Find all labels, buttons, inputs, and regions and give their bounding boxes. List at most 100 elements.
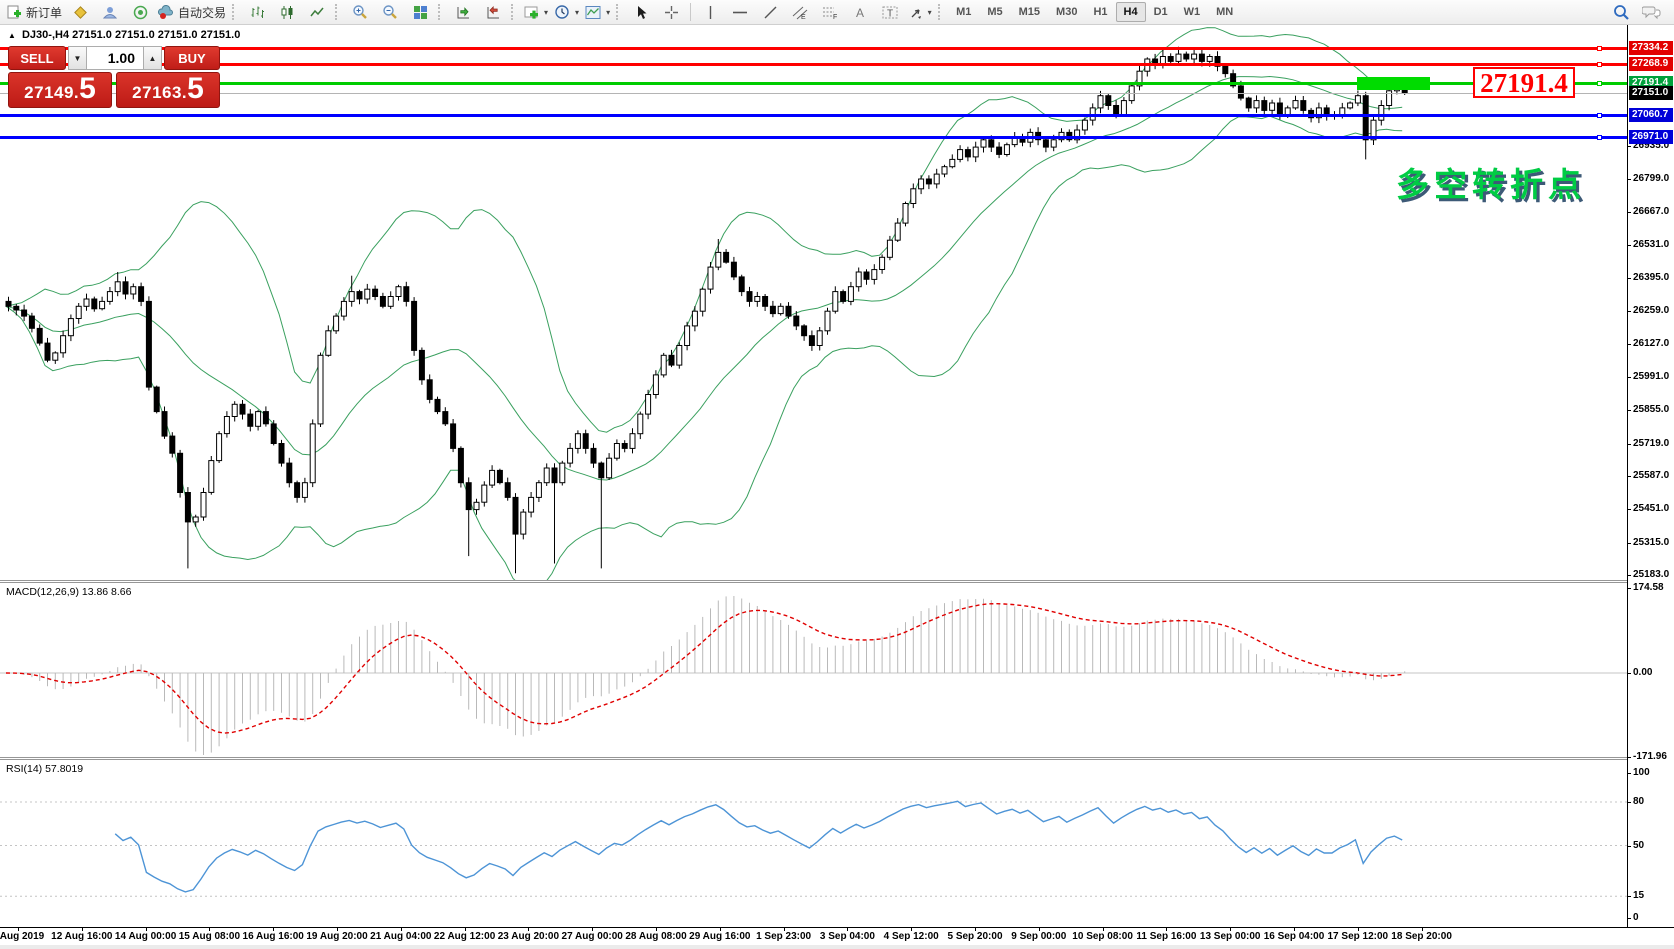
chevron-down-icon: ▾ [544,8,548,17]
axis-tick-mark [1628,543,1631,544]
hline-handle-resistance-2[interactable] [1597,62,1602,67]
tab-timeframe-mn[interactable]: MN [1208,2,1241,22]
line-chart-icon [310,5,325,20]
line-chart-button[interactable] [302,2,332,23]
chart-profile-icon [73,5,88,20]
hline-current-price[interactable] [0,93,1627,94]
price-badge-resistance-2: 27268.9 [1629,57,1673,71]
search-button[interactable] [1606,2,1636,23]
auto-scroll-button[interactable] [448,2,478,23]
price-axis[interactable]: 26935.026799.026667.026531.026395.026259… [1627,25,1674,927]
status-strip [0,945,1674,949]
signals-button[interactable] [125,2,155,23]
tab-timeframe-m1[interactable]: M1 [948,2,979,22]
autotrading-button[interactable]: 自动交易 [155,2,229,23]
time-tick-label: 12 Aug 16:00 [51,931,112,942]
chevron-down-icon: ▾ [575,8,579,17]
indicators-button[interactable]: ▾ [521,2,551,23]
price-tick-label: 26531.0 [1633,238,1669,252]
hline-handle-pivot-green[interactable] [1597,81,1602,86]
tab-timeframe-m5[interactable]: M5 [979,2,1010,22]
price-badge-support-1: 27060.7 [1629,108,1673,122]
candlestick-chart[interactable] [0,25,1627,580]
zoom-out-button[interactable] [375,2,405,23]
tab-timeframe-h4[interactable]: H4 [1116,2,1146,22]
mt4-window: 新订单 自动交易 ▾ ▾ ▾ E F A T ▾ [0,0,1674,949]
volume-step-down-button[interactable]: ▼ [68,46,87,70]
chat-button[interactable] [1636,2,1666,23]
price-tick-label: 25451.0 [1633,502,1669,516]
hline-support-1[interactable] [0,114,1627,117]
time-tick-label: 23 Aug 20:00 [498,931,559,942]
equidistant-channel-tool-button[interactable]: E [785,2,815,23]
hline-handle-resistance-1[interactable] [1597,46,1602,51]
price-tick-label: 25855.0 [1633,403,1669,417]
toolbar-grip [616,4,623,20]
templates-button[interactable]: ▾ [582,2,613,23]
chart-profile-button[interactable] [65,2,95,23]
one-click-trading-panel: SELL ▼ 1.00 ▲ BUY 27149.5 27163.5 [8,46,220,108]
hline-resistance-2[interactable] [0,63,1627,66]
vertical-line-tool-button[interactable] [695,2,725,23]
chart-shift-button[interactable] [478,2,508,23]
axis-tick-mark [1628,212,1631,213]
time-tick-label: 9 Aug 2019 [0,931,44,942]
svg-text:E: E [801,14,806,20]
bar-chart-button[interactable] [242,2,272,23]
toolbar-grip [511,4,518,20]
panel-divider[interactable] [0,580,1674,583]
buy-price[interactable]: 27163.5 [116,72,220,108]
chart-shift-icon [486,5,501,20]
hline-handle-support-1[interactable] [1597,113,1602,118]
buy-button[interactable]: BUY [164,46,220,70]
time-tick-label: 18 Sep 20:00 [1391,931,1452,942]
new-order-button[interactable]: 新订单 [4,2,65,23]
volume-input[interactable]: 1.00 [87,46,143,70]
trendline-tool-button[interactable] [755,2,785,23]
horizontal-line-tool-button[interactable] [725,2,755,23]
time-axis[interactable]: 9 Aug 201912 Aug 16:0014 Aug 00:0015 Aug… [0,927,1674,945]
arrows-tool-button[interactable]: ▾ [905,2,935,23]
volume-step-up-button[interactable]: ▲ [143,46,162,70]
sell-price-main: 27149. [24,83,79,103]
tab-timeframe-m30[interactable]: M30 [1048,2,1085,22]
periods-button[interactable]: ▾ [551,2,582,23]
tile-windows-icon [413,5,428,20]
fibonacci-tool-button[interactable]: F [815,2,845,23]
sell-button[interactable]: SELL [8,46,66,70]
time-tick-label: 15 Aug 08:00 [179,931,240,942]
toolbar: 新订单 自动交易 ▾ ▾ ▾ E F A T ▾ [0,0,1674,25]
tab-timeframe-h1[interactable]: H1 [1085,2,1115,22]
text-tool-button[interactable]: A [845,2,875,23]
turning-point-annotation: 多空转折点 [1396,158,1586,206]
horizontal-line-icon [732,5,748,20]
time-tick-label: 3 Sep 04:00 [820,931,875,942]
auto-scroll-icon [456,5,471,20]
hline-resistance-1[interactable] [0,47,1627,50]
hline-support-2[interactable] [0,136,1627,139]
crosshair-icon [664,5,679,20]
axis-tick-mark [1628,179,1631,180]
rsi-indicator-chart[interactable] [0,760,1627,927]
time-tick-label: 13 Sep 00:00 [1200,931,1261,942]
tile-windows-button[interactable] [405,2,435,23]
macd-tick-label: 0.00 [1633,666,1652,680]
panel-divider[interactable] [0,757,1674,760]
crosshair-tool-button[interactable] [656,2,686,23]
tab-timeframe-d1[interactable]: D1 [1146,2,1176,22]
text-label-tool-button[interactable]: T [875,2,905,23]
tab-timeframe-w1[interactable]: W1 [1176,2,1209,22]
hline-handle-support-2[interactable] [1597,135,1602,140]
time-tick-label: 22 Aug 12:00 [434,931,495,942]
bar-chart-icon [250,5,265,20]
price-tick-label: 26395.0 [1633,271,1669,285]
terminal-button[interactable] [95,2,125,23]
templates-icon [585,5,601,20]
tab-timeframe-m15[interactable]: M15 [1011,2,1048,22]
macd-indicator-chart[interactable] [0,583,1627,757]
green-zone-rectangle[interactable] [1357,77,1430,90]
cursor-tool-button[interactable] [626,2,656,23]
zoom-in-button[interactable] [345,2,375,23]
candlestick-chart-button[interactable] [272,2,302,23]
sell-price[interactable]: 27149.5 [8,72,112,108]
